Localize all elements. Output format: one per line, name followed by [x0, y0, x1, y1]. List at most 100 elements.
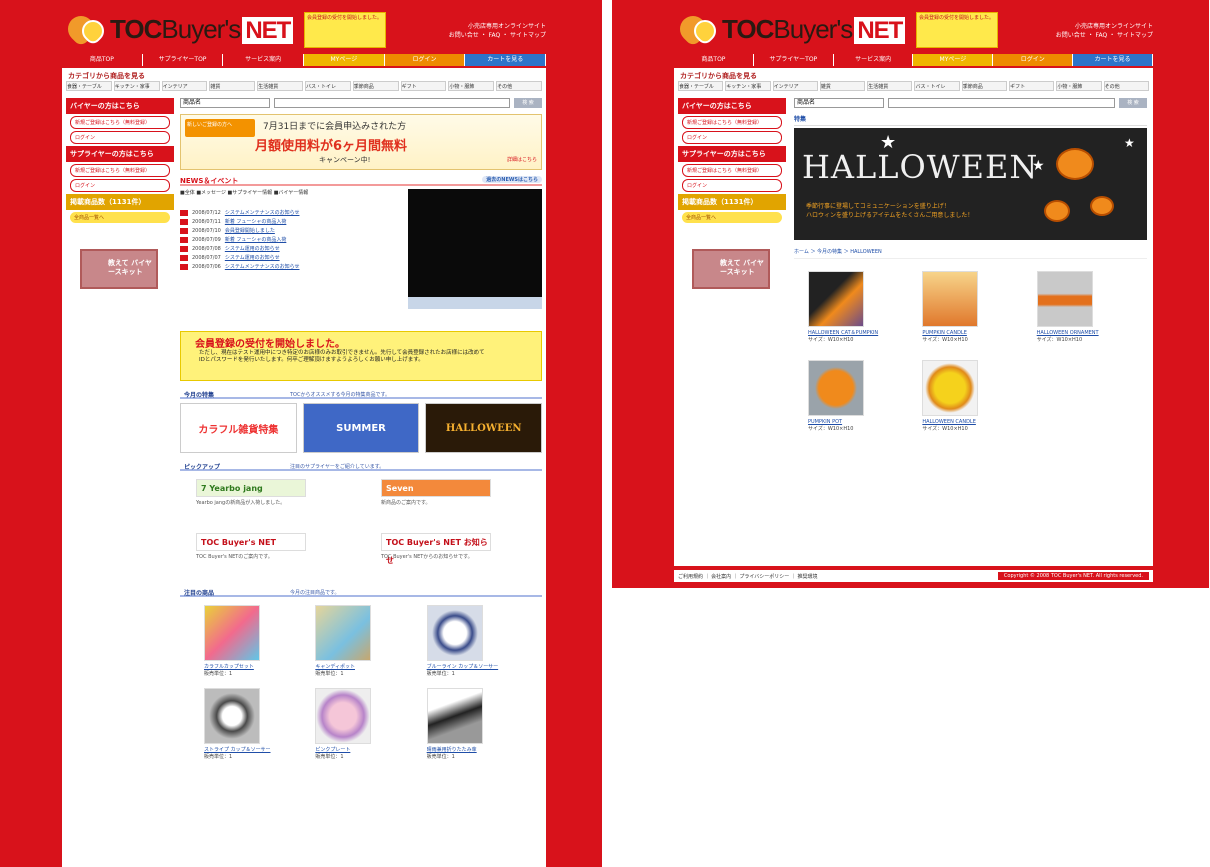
news-link[interactable]: 新着 フューシャの商品入荷 [225, 236, 287, 245]
product-name[interactable]: キャンディポット [315, 664, 406, 671]
category-tab[interactable]: インテリア [161, 81, 208, 91]
product-name[interactable]: PUMPKIN CANDLE [922, 330, 1018, 337]
product-image[interactable] [204, 605, 260, 661]
nav-item-service[interactable]: サービス案内 [223, 54, 305, 66]
search-button[interactable]: 検 索 [514, 98, 542, 108]
product-name[interactable]: カラフルカップセット [204, 664, 295, 671]
news-link[interactable]: システム運用のお知らせ [225, 254, 280, 263]
category-tab[interactable]: キッチン・家事 [113, 81, 160, 91]
product-image[interactable] [426, 605, 483, 661]
nav-item-supplier[interactable]: サプライヤーTOP [753, 54, 834, 66]
category-tab[interactable]: 雑貨 [819, 81, 866, 91]
tagline-links[interactable]: お問い合せ ・ FAQ ・ サイトマップ [1056, 31, 1153, 40]
pickup-logo[interactable]: Seven [381, 479, 491, 497]
logo-heart-icon [674, 10, 722, 48]
supplier-register-button[interactable]: 新規ご登録はこちら（無料登録） [682, 164, 782, 177]
category-tab[interactable]: 季節商品 [352, 81, 399, 91]
product-name[interactable]: 晴雨兼用折りたたみ傘 [427, 747, 518, 754]
nav-item-login[interactable]: ログイン [384, 54, 466, 66]
nav-item-products[interactable]: 商品TOP [674, 54, 754, 66]
category-tab[interactable]: 雑貨 [209, 81, 256, 91]
product-name[interactable]: ピンクプレート [315, 747, 406, 754]
category-tab[interactable]: 小物・服飾 [1056, 81, 1102, 91]
tagline-links[interactable]: お問い合せ ・ FAQ ・ サイトマップ [449, 31, 546, 40]
supplier-login-button[interactable]: ログイン [682, 179, 782, 192]
news-more-link[interactable]: 過去のNEWSはこちら [482, 176, 542, 183]
news-link[interactable]: システム運用のお知らせ [225, 245, 280, 254]
buyer-login-button[interactable]: ログイン [682, 131, 782, 144]
product-image[interactable] [808, 271, 864, 327]
category-tab[interactable]: その他 [496, 81, 542, 91]
nav-item-service[interactable]: サービス案内 [833, 54, 914, 66]
supplier-login-button[interactable]: ログイン [70, 179, 170, 192]
category-tab[interactable]: 食器・テーブル [678, 81, 724, 91]
product-image[interactable] [808, 360, 864, 416]
buyer-login-button[interactable]: ログイン [70, 131, 170, 144]
search-category-select[interactable]: 商品名 [180, 98, 270, 108]
news-link[interactable]: システムメンテナンスのお知らせ [225, 209, 300, 218]
nav-item-cart[interactable]: カートを見る [465, 54, 547, 66]
nav-item-cart[interactable]: カートを見る [1073, 54, 1153, 66]
all-products-button[interactable]: 全商品一覧へ [682, 212, 782, 223]
banner-colorful[interactable]: カラフル雑貨特集 [180, 403, 297, 453]
category-tab[interactable]: 生活雑貨 [257, 81, 303, 91]
product-image[interactable] [315, 688, 372, 744]
category-tab[interactable]: 食器・テーブル [66, 81, 112, 91]
product-name[interactable]: HALLOWEEN CANDLE [922, 419, 1018, 426]
pickup-logo[interactable]: TOC Buyer's NET お知らせ [381, 533, 491, 565]
pickup-logo[interactable]: TOC Buyer's NET [196, 533, 306, 551]
buyer-register-button[interactable]: 新規ご登録はこちら（無料登録） [682, 116, 782, 129]
product-image[interactable] [922, 360, 979, 416]
news-link[interactable]: 新着 フューシャの商品入荷 [225, 218, 287, 227]
news-link[interactable]: 会員登録開始しました [225, 227, 275, 236]
banner-summer[interactable]: SUMMER [302, 403, 420, 453]
product-image[interactable] [922, 271, 979, 327]
category-tab[interactable]: ギフト [1009, 81, 1055, 91]
product-image[interactable] [1036, 271, 1093, 327]
product-name[interactable]: ブルーライン カップ＆ソーサー [427, 664, 518, 671]
breadcrumb[interactable]: ホーム ＞ 今月の特集 ＞ HALLOWEEN [794, 248, 1147, 259]
category-tab[interactable]: 小物・服飾 [448, 81, 495, 91]
product-name[interactable]: ストライプ カップ＆ソーサー [204, 747, 295, 754]
mascot-banner[interactable]: 教えて バイヤースキット [692, 249, 770, 289]
category-tab[interactable]: バス・トイレ [914, 81, 960, 91]
category-tab[interactable]: キッチン・家事 [725, 81, 771, 91]
site-logo[interactable]: TOCBuyer's NET [62, 10, 296, 48]
search-category-select[interactable]: 商品名 [794, 98, 884, 108]
nav-item-products[interactable]: 商品TOP [62, 54, 143, 66]
product-name[interactable]: PUMPKIN POT [808, 419, 904, 426]
footer-links[interactable]: ご利用規約 ｜ 会社案内 ｜ プライバシーポリシー ｜ 推奨環境 [678, 573, 817, 580]
site-logo[interactable]: TOCBuyer's NET [674, 10, 908, 48]
product-name[interactable]: HALLOWEEN CAT＆PUMPKIN [808, 330, 904, 337]
campaign-link[interactable]: 詳細はこちら [507, 156, 537, 163]
news-link[interactable]: システムメンテナンスのお知らせ [225, 263, 300, 272]
campaign-banner[interactable]: 新しいご登録の方へ 7月31日までに会員申込みされた方 月額使用料が6ヶ月間無料… [180, 114, 542, 170]
category-tab[interactable]: 季節商品 [961, 81, 1008, 91]
category-tab[interactable]: 生活雑貨 [867, 81, 913, 91]
category-tab[interactable]: バス・トイレ [304, 81, 351, 91]
nav-item-mypage[interactable]: MYページ [913, 54, 994, 66]
nav-item-mypage[interactable]: MYページ [304, 54, 385, 66]
category-tab[interactable]: ギフト [400, 81, 447, 91]
banner-halloween[interactable]: HALLOWEEN [425, 403, 543, 453]
nav-item-login[interactable]: ログイン [993, 54, 1074, 66]
video-player[interactable] [408, 189, 542, 309]
search-input[interactable] [888, 98, 1115, 108]
header-notice[interactable]: 会員登録の受付を開始しました。 [916, 12, 998, 48]
buyer-register-button[interactable]: 新規ご登録はこちら（無料登録） [70, 116, 170, 129]
supplier-register-button[interactable]: 新規ご登録はこちら（無料登録） [70, 164, 170, 177]
product-image[interactable] [315, 605, 372, 661]
nav-item-supplier[interactable]: サプライヤーTOP [142, 54, 224, 66]
search-input[interactable] [274, 98, 510, 108]
pickup-logo[interactable]: 7 Yearbo jang [196, 479, 306, 497]
product-image[interactable] [426, 688, 483, 744]
mascot-banner[interactable]: 教えて バイヤースキット [80, 249, 158, 289]
category-tab[interactable]: その他 [1103, 81, 1149, 91]
product-image[interactable] [204, 688, 260, 744]
video-controls[interactable] [408, 297, 542, 309]
product-name[interactable]: HALLOWEEN ORNAMENT [1037, 330, 1133, 337]
search-button[interactable]: 検 索 [1119, 98, 1147, 108]
all-products-button[interactable]: 全商品一覧へ [70, 212, 170, 223]
category-tab[interactable]: インテリア [772, 81, 818, 91]
header-notice[interactable]: 会員登録の受付を開始しました。 [304, 12, 386, 48]
